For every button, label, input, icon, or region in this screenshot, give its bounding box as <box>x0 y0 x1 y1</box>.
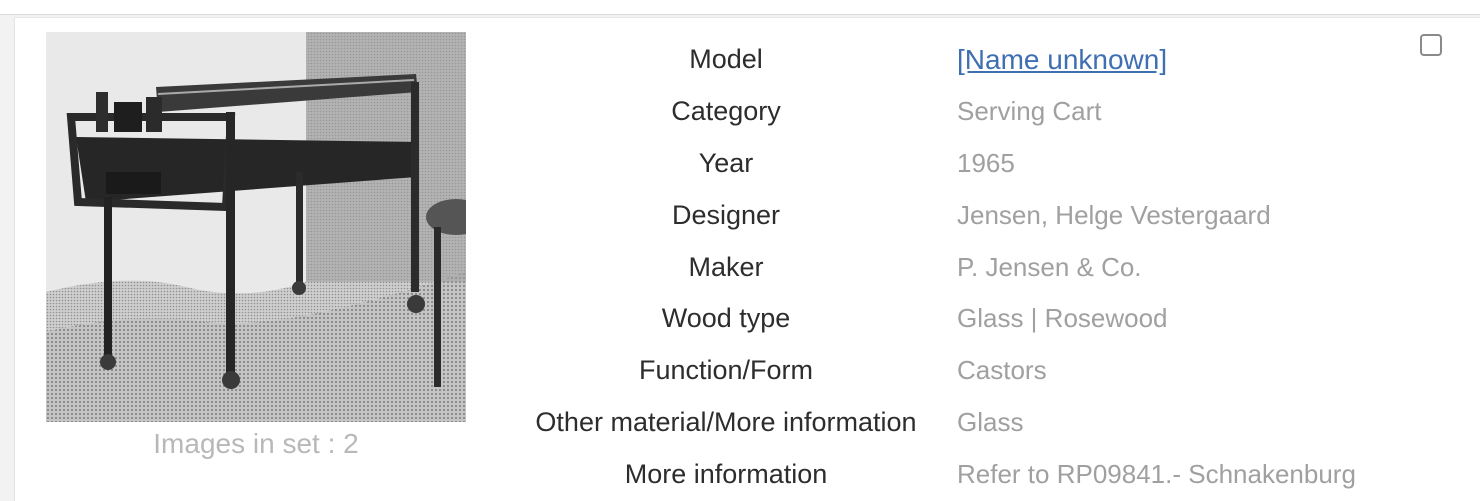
field-row-wood-type: Wood type Glass | Rosewood <box>511 293 1168 345</box>
field-row-model: Model [Name unknown] <box>511 34 1167 86</box>
field-label: Category <box>671 96 781 127</box>
record-card: Images in set : 2 Model [Name unknown] C… <box>14 17 1480 501</box>
field-row-function-form: Function/Form Castors <box>511 345 1047 397</box>
record-fields: Model [Name unknown] Category Serving Ca… <box>511 34 1356 500</box>
field-row-designer: Designer Jensen, Helge Vestergaard <box>511 189 1271 241</box>
field-value: Refer to RP09841.- Schnakenburg <box>957 458 1356 489</box>
field-value: Glass <box>957 406 1024 437</box>
field-label: Designer <box>671 199 781 230</box>
field-row-year: Year 1965 <box>511 138 1015 190</box>
field-row-maker: Maker P. Jensen & Co. <box>511 241 1141 293</box>
product-thumbnail[interactable] <box>46 32 466 422</box>
field-row-more-information: More information Refer to RP09841.- Schn… <box>511 448 1356 500</box>
field-row-other-material: Other material/More information Glass <box>511 397 1023 449</box>
field-row-category: Category Serving Cart <box>511 86 1101 138</box>
field-label: Maker <box>688 251 764 282</box>
field-value: Castors <box>957 355 1047 386</box>
field-label: Function/Form <box>638 355 814 386</box>
field-value: Glass | Rosewood <box>957 303 1168 334</box>
images-in-set-count: Images in set : 2 <box>153 428 359 459</box>
field-value: Jensen, Helge Vestergaard <box>957 199 1271 230</box>
field-value: Serving Cart <box>957 96 1102 127</box>
field-label: Other material/More information <box>535 406 917 437</box>
field-label: Wood type <box>661 303 791 334</box>
serving-cart-photo <box>46 32 466 422</box>
field-value: P. Jensen & Co. <box>957 251 1142 282</box>
field-label: Year <box>698 147 754 178</box>
previous-record-edge <box>0 0 1480 15</box>
field-value: 1965 <box>957 147 1015 178</box>
model-name-link[interactable]: [Name unknown] <box>957 44 1167 76</box>
field-label: More information <box>624 458 828 489</box>
select-record-checkbox[interactable] <box>1420 34 1442 56</box>
field-label: Model <box>689 44 763 75</box>
